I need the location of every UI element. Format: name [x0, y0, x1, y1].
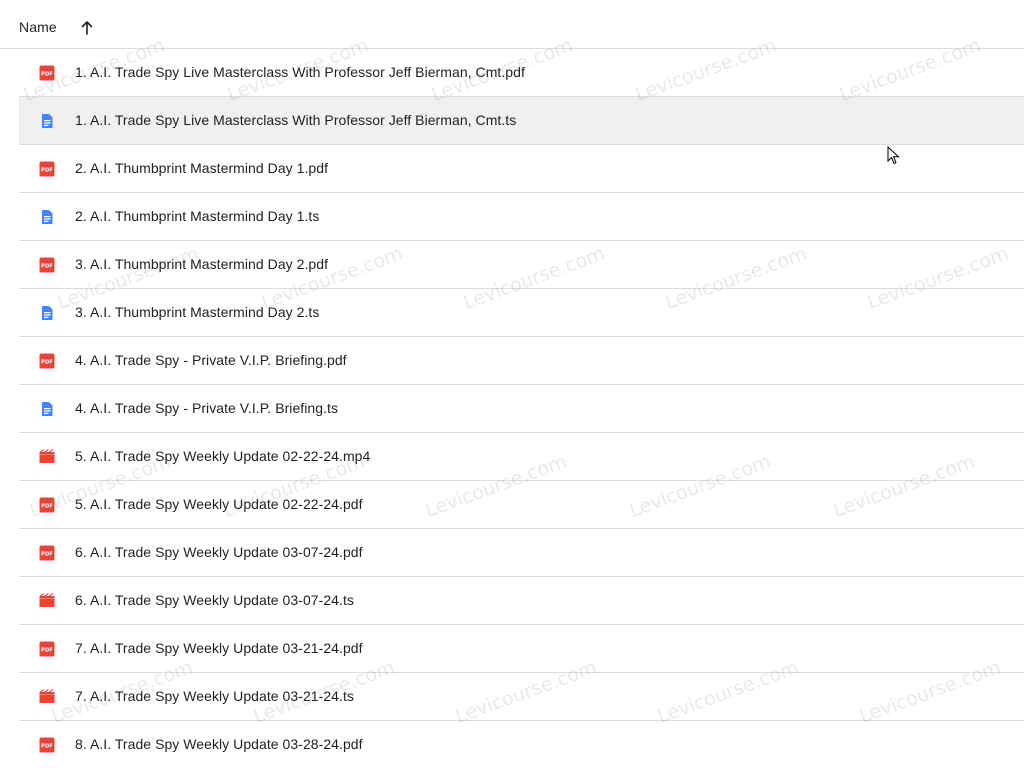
pdf-icon-label: PDF: [41, 504, 53, 510]
document-icon: [39, 305, 55, 321]
file-row[interactable]: 2. A.I. Thumbprint Mastermind Day 1.ts: [19, 193, 1024, 241]
pdf-icon: PDF: [39, 641, 55, 657]
file-name: 7. A.I. Trade Spy Weekly Update 03-21-24…: [75, 640, 363, 656]
file-name: 1. A.I. Trade Spy Live Masterclass With …: [75, 112, 517, 128]
file-name: 4. A.I. Trade Spy - Private V.I.P. Brief…: [75, 352, 347, 368]
file-row[interactable]: PDF 7. A.I. Trade Spy Weekly Update 03-21…: [19, 625, 1024, 673]
file-row[interactable]: 4. A.I. Trade Spy - Private V.I.P. Brief…: [19, 385, 1024, 433]
file-name: 1. A.I. Trade Spy Live Masterclass With …: [75, 64, 525, 80]
file-row[interactable]: PDF 2. A.I. Thumbprint Mastermind Day 1.p…: [19, 145, 1024, 193]
pdf-icon: PDF: [39, 65, 55, 81]
pdf-icon: PDF: [39, 161, 55, 177]
video-icon: [39, 689, 55, 705]
pdf-icon: PDF: [39, 353, 55, 369]
file-row[interactable]: PDF 6. A.I. Trade Spy Weekly Update 03-07…: [19, 529, 1024, 577]
pdf-icon: PDF: [39, 737, 55, 753]
file-browser: Name PDF 1. A.I. Trade Spy Live Mastercla…: [0, 0, 1024, 768]
pdf-icon: PDF: [39, 497, 55, 513]
file-name: 2. A.I. Thumbprint Mastermind Day 1.ts: [75, 208, 320, 224]
file-row[interactable]: PDF 5. A.I. Trade Spy Weekly Update 02-22…: [19, 481, 1024, 529]
file-name: 4. A.I. Trade Spy - Private V.I.P. Brief…: [75, 400, 338, 416]
file-row[interactable]: 7. A.I. Trade Spy Weekly Update 03-21-24…: [19, 673, 1024, 721]
file-name: 2. A.I. Thumbprint Mastermind Day 1.pdf: [75, 160, 329, 176]
document-icon: [39, 113, 55, 129]
video-icon: [39, 449, 55, 465]
file-name: 3. A.I. Thumbprint Mastermind Day 2.ts: [75, 304, 320, 320]
pdf-icon-label: PDF: [41, 360, 53, 366]
file-row[interactable]: PDF 3. A.I. Thumbprint Mastermind Day 2.p…: [19, 241, 1024, 289]
pdf-icon-label: PDF: [41, 264, 53, 270]
file-name: 3. A.I. Thumbprint Mastermind Day 2.pdf: [75, 256, 329, 272]
pdf-icon: PDF: [39, 545, 55, 561]
file-name: 6. A.I. Trade Spy Weekly Update 03-07-24…: [75, 544, 363, 560]
file-list: PDF 1. A.I. Trade Spy Live Masterclass Wi…: [19, 49, 1024, 768]
file-row[interactable]: 5. A.I. Trade Spy Weekly Update 02-22-24…: [19, 433, 1024, 481]
file-row[interactable]: PDF 1. A.I. Trade Spy Live Masterclass Wi…: [19, 49, 1024, 97]
pdf-icon: PDF: [39, 257, 55, 273]
pdf-icon-label: PDF: [41, 744, 53, 750]
file-row[interactable]: 1. A.I. Trade Spy Live Masterclass With …: [19, 97, 1024, 145]
video-icon: [39, 593, 55, 609]
pdf-icon-label: PDF: [41, 552, 53, 558]
pdf-icon-label: PDF: [41, 648, 53, 654]
file-name: 6. A.I. Trade Spy Weekly Update 03-07-24…: [75, 592, 354, 608]
document-icon: [39, 401, 55, 417]
file-name: 7. A.I. Trade Spy Weekly Update 03-21-24…: [75, 688, 354, 704]
file-row[interactable]: 6. A.I. Trade Spy Weekly Update 03-07-24…: [19, 577, 1024, 625]
file-name: 5. A.I. Trade Spy Weekly Update 02-22-24…: [75, 496, 363, 512]
sort-ascending-icon[interactable]: [79, 20, 95, 36]
file-name: 5. A.I. Trade Spy Weekly Update 02-22-24…: [75, 448, 371, 464]
file-row[interactable]: 3. A.I. Thumbprint Mastermind Day 2.ts: [19, 289, 1024, 337]
pdf-icon-label: PDF: [41, 168, 53, 174]
pdf-icon-label: PDF: [41, 72, 53, 78]
file-row[interactable]: PDF 8. A.I. Trade Spy Weekly Update 03-28…: [19, 721, 1024, 768]
name-column-header[interactable]: Name: [19, 19, 57, 35]
file-row[interactable]: PDF 4. A.I. Trade Spy - Private V.I.P. Br…: [19, 337, 1024, 385]
file-name: 8. A.I. Trade Spy Weekly Update 03-28-24…: [75, 736, 363, 752]
document-icon: [39, 209, 55, 225]
list-header: Name: [0, 0, 1024, 49]
